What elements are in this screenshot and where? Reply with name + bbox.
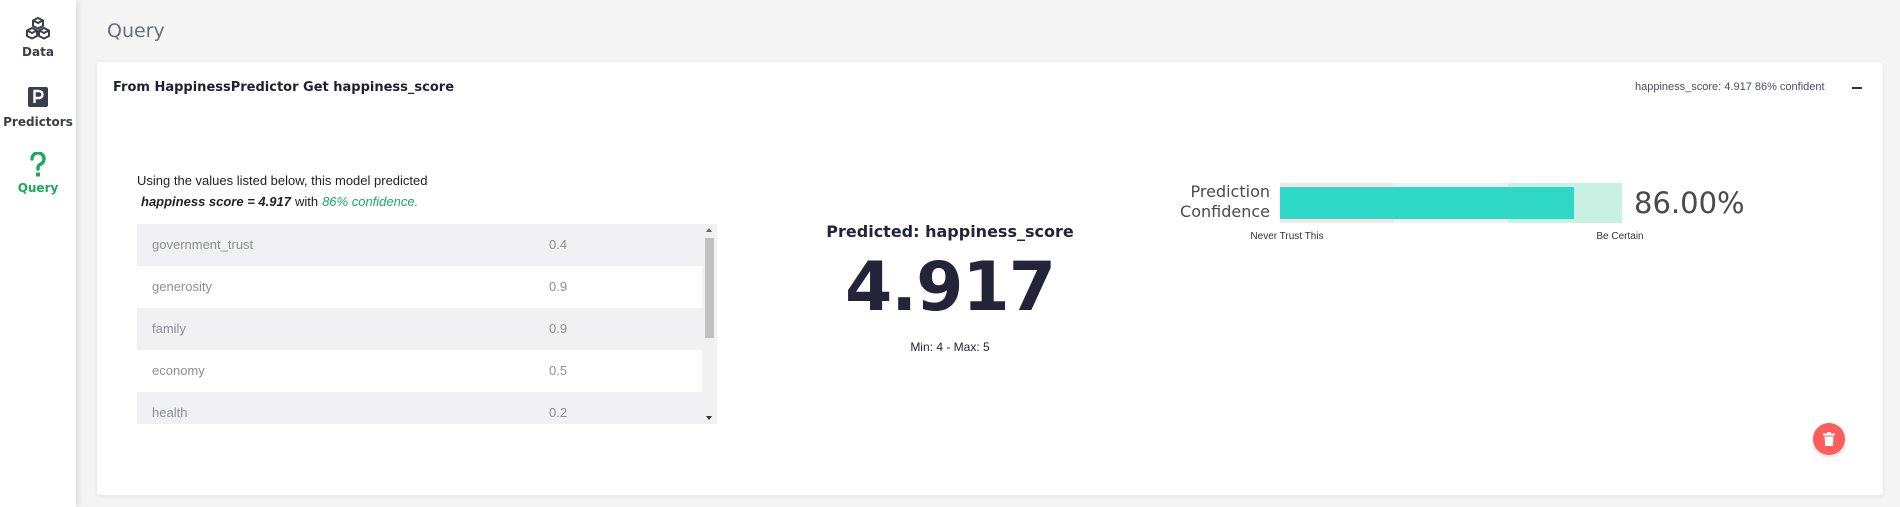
cubes-icon [0, 16, 76, 42]
confidence-max-label: Be Certain [1596, 231, 1644, 242]
predicted-value: 4.917 [844, 248, 1056, 327]
sidebar-item-predictors[interactable]: Predictors [0, 86, 76, 129]
input-name: family [152, 321, 186, 336]
predicted-label: Predicted: happiness_score [826, 222, 1074, 241]
trash-icon [1823, 432, 1835, 446]
intro-confidence: 86% confidence. [322, 194, 419, 209]
sidebar-item-query[interactable]: Query [0, 151, 76, 195]
intro-with: with [294, 194, 319, 209]
sidebar-item-data[interactable]: Data [0, 16, 76, 59]
sidebar-item-label: Predictors [3, 115, 73, 129]
question-icon [0, 151, 76, 178]
input-value: 0.4 [549, 237, 568, 252]
table-row: family 0.9 [137, 308, 702, 350]
input-value: 0.9 [549, 321, 568, 336]
scroll-thumb[interactable] [705, 238, 714, 338]
scroll-up-icon[interactable] [706, 228, 712, 232]
input-name: economy [152, 363, 205, 378]
collapse-icon[interactable] [1852, 87, 1862, 89]
input-value: 0.9 [549, 279, 568, 294]
confidence-value: 86.00% [1634, 186, 1745, 220]
input-value: 0.5 [549, 363, 568, 378]
confidence-label-line1: Prediction [1190, 182, 1270, 201]
confidence-label: Prediction Confidence [1162, 182, 1270, 222]
input-value: 0.2 [549, 405, 568, 420]
p-square-icon [0, 86, 76, 112]
card-title: From HappinessPredictor Get happiness_sc… [113, 80, 455, 95]
delete-button[interactable] [1813, 423, 1845, 455]
table-row: health 0.2 [137, 392, 702, 424]
sidebar: Data Predictors Query [0, 0, 76, 507]
prediction-intro: Using the values listed below, this mode… [137, 170, 428, 212]
table-scrollbar[interactable] [702, 224, 717, 424]
table-row: economy 0.5 [137, 350, 702, 392]
scroll-down-icon[interactable] [706, 416, 712, 420]
input-name: generosity [152, 279, 212, 294]
intro-formula: happiness score = 4.917 [141, 194, 291, 209]
confidence-min-label: Never Trust This [1250, 231, 1324, 242]
query-card: From HappinessPredictor Get happiness_sc… [97, 62, 1883, 495]
input-name: government_trust [152, 237, 254, 252]
confidence-bar [1280, 183, 1622, 223]
page-title: Query [107, 20, 165, 42]
sidebar-item-label: Data [22, 45, 54, 59]
confidence-label-line2: Confidence [1180, 202, 1270, 221]
card-summary: happiness_score: 4.917 86% confident [1635, 81, 1825, 93]
predicted-range: Min: 4 - Max: 5 [910, 340, 990, 354]
sidebar-item-label: Query [17, 181, 59, 195]
input-values-table[interactable]: government_trust 0.4 generosity 0.9 fami… [137, 224, 717, 424]
intro-text: Using the values listed below, this mode… [137, 173, 428, 188]
input-name: health [152, 405, 188, 420]
table-row: government_trust 0.4 [137, 224, 702, 266]
table-row: generosity 0.9 [137, 266, 702, 308]
confidence-bar-fill [1280, 187, 1574, 219]
